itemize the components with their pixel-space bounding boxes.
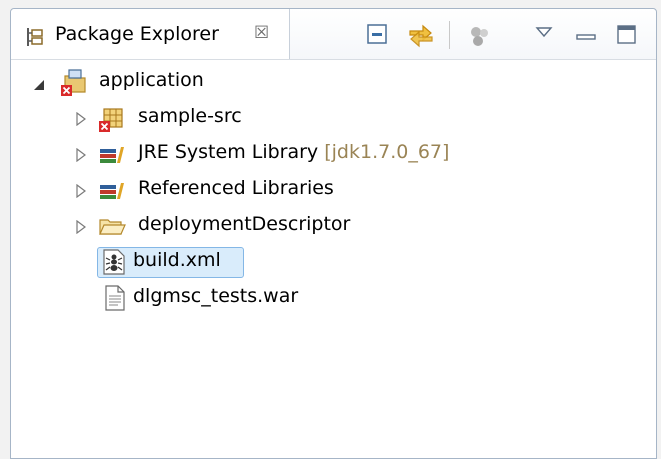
library-icon	[97, 140, 127, 174]
tree-item-application[interactable]: application	[11, 65, 651, 99]
tree-item-war-file[interactable]: dlgmsc_tests.war	[11, 281, 651, 315]
expand-arrow-icon[interactable]	[75, 219, 87, 238]
package-explorer-view: Package Explorer ☒ application sample-sr…	[10, 8, 657, 459]
tree-item-deployment-descriptor[interactable]: deploymentDescriptor	[11, 209, 651, 243]
expand-arrow-icon[interactable]	[75, 111, 87, 130]
folder-icon	[97, 212, 127, 246]
tree-item-label: Referenced Libraries	[138, 177, 334, 199]
package-folder-error-icon	[97, 104, 127, 138]
tree-item-referenced-libraries[interactable]: Referenced Libraries	[11, 173, 651, 207]
tree-item-label: dlgmsc_tests.war	[133, 285, 299, 307]
view-title: Package Explorer	[55, 23, 219, 45]
expand-arrow-icon[interactable]	[75, 147, 87, 166]
project-tree: application sample-src JRE System Librar…	[11, 61, 656, 458]
package-explorer-icon	[25, 27, 45, 51]
ant-build-file-icon	[101, 248, 127, 280]
tree-item-sample-src[interactable]: sample-src	[11, 101, 651, 135]
tree-item-label: application	[99, 69, 204, 91]
view-menu-icon[interactable]	[535, 25, 553, 44]
tree-item-label: build.xml	[133, 249, 221, 271]
view-header: Package Explorer ☒	[11, 9, 656, 60]
library-icon	[97, 176, 127, 210]
toolbar-separator	[449, 21, 450, 49]
jdk-decoration: [jdk1.7.0_67]	[324, 141, 450, 163]
link-with-editor-icon[interactable]	[407, 23, 435, 53]
collapse-all-icon[interactable]	[366, 23, 390, 51]
filters-icon[interactable]	[467, 23, 493, 53]
tree-item-label: JRE System Library [jdk1.7.0_67]	[138, 141, 450, 163]
project-error-icon	[59, 68, 89, 102]
tree-item-jre-system-library[interactable]: JRE System Library [jdk1.7.0_67]	[11, 137, 651, 171]
minimize-icon[interactable]	[576, 27, 596, 46]
maximize-icon[interactable]	[617, 25, 637, 49]
expand-arrow-icon[interactable]	[75, 183, 87, 202]
collapse-arrow-icon[interactable]	[33, 76, 45, 95]
view-tab[interactable]: Package Explorer ☒	[11, 9, 290, 59]
close-icon[interactable]: ☒	[254, 23, 269, 43]
tree-item-build-xml[interactable]: build.xml	[11, 245, 651, 279]
tree-item-label: deploymentDescriptor	[138, 213, 351, 235]
tree-item-label: sample-src	[138, 105, 242, 127]
file-icon	[104, 284, 126, 316]
